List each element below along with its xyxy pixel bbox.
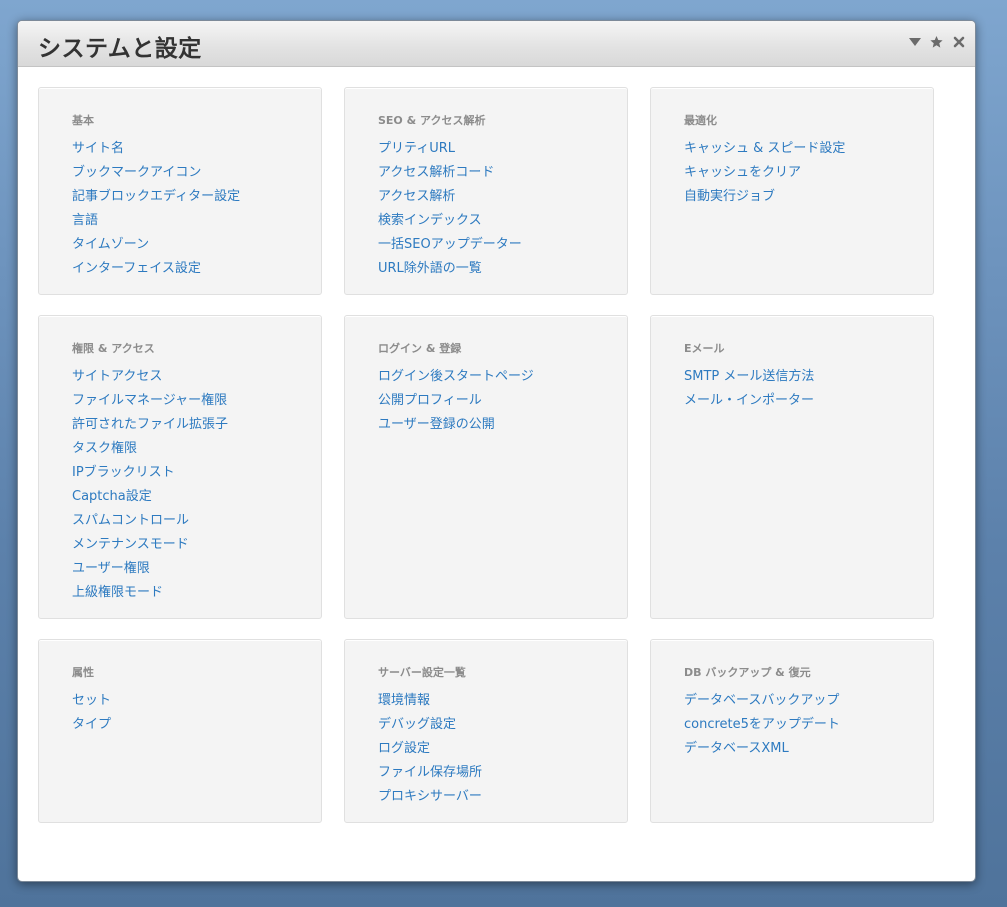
link-user-permissions[interactable]: ユーザー権限 — [72, 561, 150, 576]
section-environment: サーバー設定一覧 環境情報 デバッグ設定 ログ設定 ファイル保存場所 プロキシサ… — [344, 639, 628, 823]
link-url-excluded-words[interactable]: URL除外語の一覧 — [378, 261, 482, 276]
link-captcha-settings[interactable]: Captcha設定 — [72, 489, 152, 504]
section-title: 権限 & アクセス — [72, 342, 155, 355]
link-database-backup[interactable]: データベースバックアップ — [684, 693, 839, 708]
link-ip-blacklist[interactable]: IPブラックリスト — [72, 465, 175, 480]
link-public-registration[interactable]: ユーザー登録の公開 — [378, 417, 495, 432]
section-title: 基本 — [72, 114, 94, 127]
section-links: セット タイプ — [72, 687, 321, 735]
link-smtp-method[interactable]: SMTP メール送信方法 — [684, 369, 814, 384]
link-timezone[interactable]: タイムゾーン — [72, 237, 149, 252]
link-file-manager-permissions[interactable]: ファイルマネージャー権限 — [72, 393, 227, 408]
section-links: サイトアクセス ファイルマネージャー権限 許可されたファイル拡張子 タスク権限 … — [72, 363, 321, 603]
link-block-editor-settings[interactable]: 記事ブロックエディター設定 — [72, 189, 240, 204]
section-links: プリティURL アクセス解析コード アクセス解析 検索インデックス 一括SEOア… — [378, 135, 627, 279]
link-site-name[interactable]: サイト名 — [72, 141, 124, 156]
link-bulk-seo-updater[interactable]: 一括SEOアップデーター — [378, 237, 522, 252]
link-login-destination[interactable]: ログイン後スタートページ — [378, 369, 534, 384]
link-tracking-code[interactable]: アクセス解析コード — [378, 165, 494, 180]
section-email: Eメール SMTP メール送信方法 メール・インポーター — [650, 315, 934, 619]
section-title: DB バックアップ & 復元 — [684, 666, 811, 679]
link-pretty-url[interactable]: プリティURL — [378, 141, 455, 156]
section-login-registration: ログイン & 登録 ログイン後スタートページ 公開プロフィール ユーザー登録の公… — [344, 315, 628, 619]
link-logging-settings[interactable]: ログ設定 — [378, 741, 430, 756]
link-debug-settings[interactable]: デバッグ設定 — [378, 717, 456, 732]
link-proxy-server[interactable]: プロキシサーバー — [378, 789, 482, 804]
section-links: 環境情報 デバッグ設定 ログ設定 ファイル保存場所 プロキシサーバー — [378, 687, 627, 807]
section-attributes: 属性 セット タイプ — [38, 639, 322, 823]
link-environment-info[interactable]: 環境情報 — [378, 693, 430, 708]
link-allowed-file-types[interactable]: 許可されたファイル拡張子 — [72, 417, 228, 432]
section-seo: SEO & アクセス解析 プリティURL アクセス解析コード アクセス解析 検索… — [344, 87, 628, 295]
link-advanced-permissions[interactable]: 上級権限モード — [72, 585, 163, 600]
section-title: 最適化 — [684, 114, 717, 127]
link-file-storage-locations[interactable]: ファイル保存場所 — [378, 765, 482, 780]
link-clear-cache[interactable]: キャッシュをクリア — [684, 165, 801, 180]
section-backup-restore: DB バックアップ & 復元 データベースバックアップ concrete5をアッ… — [650, 639, 934, 823]
link-update-concrete5[interactable]: concrete5をアップデート — [684, 717, 840, 732]
link-public-profiles[interactable]: 公開プロフィール — [378, 393, 482, 408]
link-task-permissions[interactable]: タスク権限 — [72, 441, 137, 456]
link-attribute-sets[interactable]: セット — [72, 693, 111, 708]
section-basic: 基本 サイト名 ブックマークアイコン 記事ブロックエディター設定 言語 タイムゾ… — [38, 87, 322, 295]
link-attribute-types[interactable]: タイプ — [72, 717, 111, 732]
link-site-access[interactable]: サイトアクセス — [72, 369, 162, 384]
star-icon[interactable] — [930, 34, 943, 50]
link-automated-jobs[interactable]: 自動実行ジョブ — [684, 189, 775, 204]
link-interface-settings[interactable]: インターフェイス設定 — [72, 261, 201, 276]
section-permissions: 権限 & アクセス サイトアクセス ファイルマネージャー権限 許可されたファイル… — [38, 315, 322, 619]
section-title: SEO & アクセス解析 — [378, 114, 486, 127]
close-icon[interactable] — [952, 34, 965, 50]
link-statistics[interactable]: アクセス解析 — [378, 189, 455, 204]
link-spam-control[interactable]: スパムコントロール — [72, 513, 189, 528]
link-search-index[interactable]: 検索インデックス — [378, 213, 482, 228]
section-links: サイト名 ブックマークアイコン 記事ブロックエディター設定 言語 タイムゾーン … — [72, 135, 321, 279]
triangle-down-icon[interactable] — [908, 34, 921, 50]
section-optimization: 最適化 キャッシュ & スピード設定 キャッシュをクリア 自動実行ジョブ — [650, 87, 934, 295]
window-title: システムと設定 — [38, 36, 202, 62]
section-title: Eメール — [684, 342, 725, 355]
section-links: ログイン後スタートページ 公開プロフィール ユーザー登録の公開 — [378, 363, 627, 435]
link-language[interactable]: 言語 — [72, 213, 98, 228]
window-controls — [908, 34, 965, 50]
section-title: 属性 — [72, 666, 94, 679]
link-cache-speed-settings[interactable]: キャッシュ & スピード設定 — [684, 141, 845, 156]
section-links: データベースバックアップ concrete5をアップデート データベースXML — [684, 687, 933, 759]
section-title: ログイン & 登録 — [378, 342, 462, 355]
section-links: キャッシュ & スピード設定 キャッシュをクリア 自動実行ジョブ — [684, 135, 933, 207]
window-titlebar[interactable]: システムと設定 — [18, 21, 975, 67]
section-links: SMTP メール送信方法 メール・インポーター — [684, 363, 933, 411]
section-title: サーバー設定一覧 — [378, 666, 466, 679]
link-bookmark-icon[interactable]: ブックマークアイコン — [72, 165, 201, 180]
link-email-importers[interactable]: メール・インポーター — [684, 393, 814, 408]
system-settings-window: システムと設定 基本 サイト名 ブックマークアイコン 記事ブロックエディター設定 — [17, 20, 976, 882]
link-maintenance-mode[interactable]: メンテナンスモード — [72, 537, 189, 552]
link-database-xml[interactable]: データベースXML — [684, 741, 789, 756]
